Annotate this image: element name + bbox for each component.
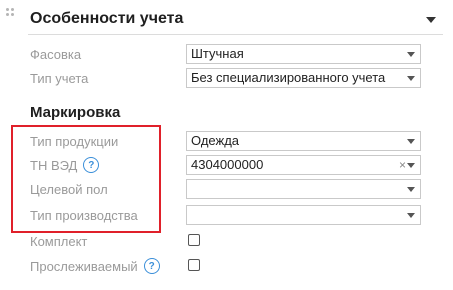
- traceable-label-row: Прослеживаемый ?: [30, 256, 160, 276]
- marking-heading: Маркировка: [30, 104, 121, 121]
- kit-checkbox[interactable]: [188, 234, 200, 246]
- traceable-checkbox[interactable]: [188, 259, 200, 271]
- target-gender-select[interactable]: [186, 179, 421, 199]
- chevron-down-icon[interactable]: [407, 76, 415, 81]
- accounting-type-select[interactable]: Без специализированного учета: [186, 68, 421, 88]
- section-title: Особенности учета: [30, 10, 184, 27]
- tn-ved-value: 4304000000: [191, 157, 264, 172]
- chevron-down-icon[interactable]: [407, 139, 415, 144]
- chevron-down-icon[interactable]: [407, 213, 415, 218]
- packing-label: Фасовка: [30, 46, 82, 62]
- tn-ved-select[interactable]: 4304000000 ×: [186, 155, 421, 175]
- accounting-type-label: Тип учета: [30, 70, 89, 86]
- kit-label: Комплект: [30, 233, 88, 249]
- highlight-frame: [11, 125, 161, 233]
- chevron-down-icon[interactable]: [407, 187, 415, 192]
- collapse-toggle-icon[interactable]: [426, 17, 436, 23]
- packing-select[interactable]: Штучная: [186, 44, 421, 64]
- traceable-label: Прослеживаемый: [30, 258, 138, 274]
- chevron-down-icon[interactable]: [407, 163, 415, 168]
- section-divider: [28, 34, 443, 35]
- product-type-select[interactable]: Одежда: [186, 131, 421, 151]
- help-icon[interactable]: ?: [143, 258, 160, 274]
- packing-value: Штучная: [191, 46, 244, 61]
- product-type-value: Одежда: [191, 133, 240, 148]
- accounting-type-value: Без специализированного учета: [191, 70, 386, 85]
- drag-handle-icon[interactable]: [6, 8, 14, 16]
- production-type-select[interactable]: [186, 205, 421, 225]
- clear-icon[interactable]: ×: [399, 156, 406, 174]
- chevron-down-icon[interactable]: [407, 52, 415, 57]
